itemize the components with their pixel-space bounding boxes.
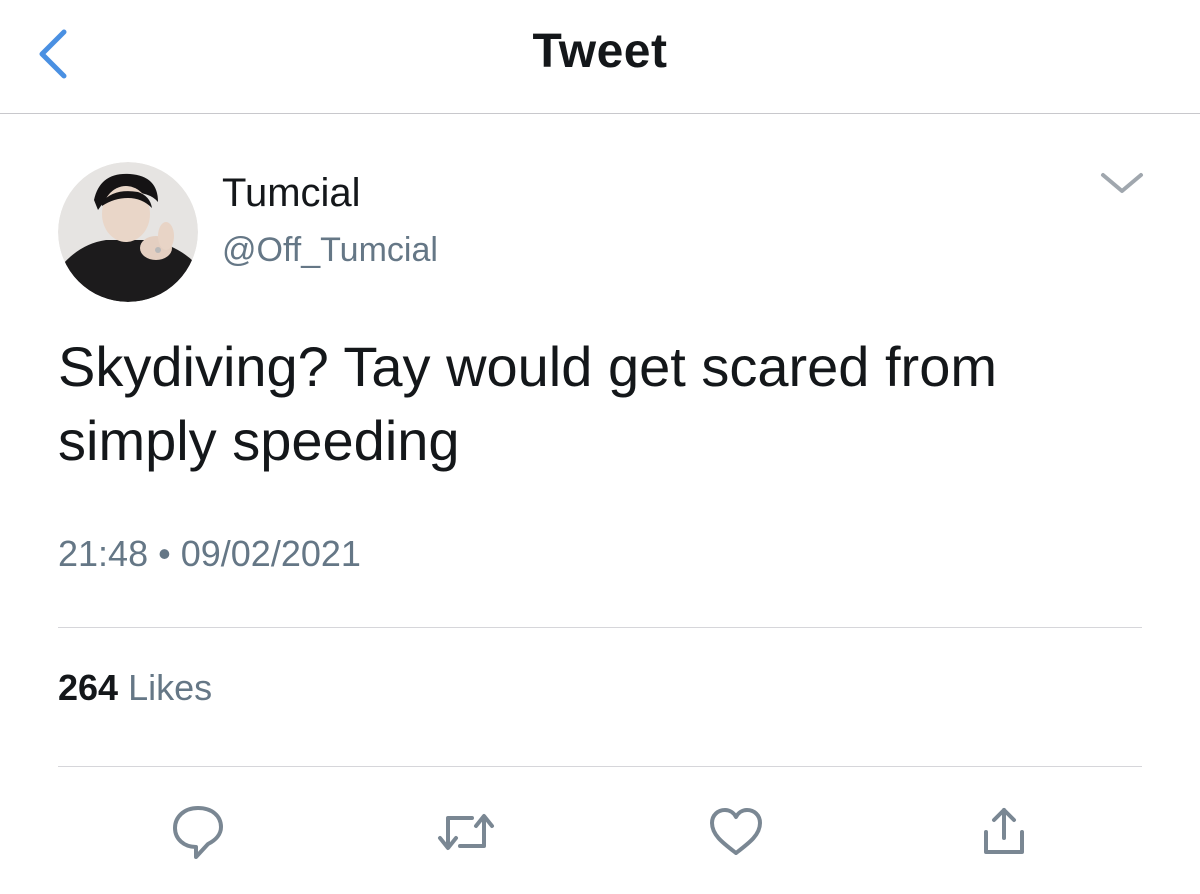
- tweet-text: Skydiving? Tay would get scared from sim…: [58, 335, 997, 472]
- avatar-image: [58, 162, 198, 302]
- more-options-button[interactable]: [1094, 164, 1150, 204]
- divider: [58, 627, 1142, 628]
- author-handle[interactable]: @Off_Tumcial: [222, 227, 438, 273]
- reply-button[interactable]: [166, 800, 230, 864]
- retweet-button[interactable]: [434, 800, 498, 864]
- avatar[interactable]: [58, 162, 198, 302]
- likes-label: Likes: [128, 667, 213, 708]
- heart-icon: [710, 808, 762, 855]
- author-name[interactable]: Tumcial: [222, 168, 361, 218]
- likes-count: 264: [58, 667, 119, 708]
- likes-row[interactable]: 264 Likes: [58, 664, 212, 712]
- page-title: Tweet: [532, 25, 668, 78]
- tweet-time: 21:48: [58, 533, 149, 574]
- share-icon: [984, 808, 1024, 854]
- comment-bubble-icon: [173, 806, 223, 859]
- chevron-down-icon: [1101, 173, 1143, 193]
- tweet-date: 09/02/2021: [180, 533, 361, 574]
- like-button[interactable]: [704, 800, 768, 864]
- share-button[interactable]: [972, 800, 1036, 864]
- nav-bar: Tweet: [0, 0, 1200, 114]
- tweet-timestamp: 21:48 • 09/02/2021: [58, 530, 361, 578]
- timestamp-separator: •: [158, 533, 171, 574]
- retweet-icon: [438, 814, 494, 850]
- divider: [58, 766, 1142, 767]
